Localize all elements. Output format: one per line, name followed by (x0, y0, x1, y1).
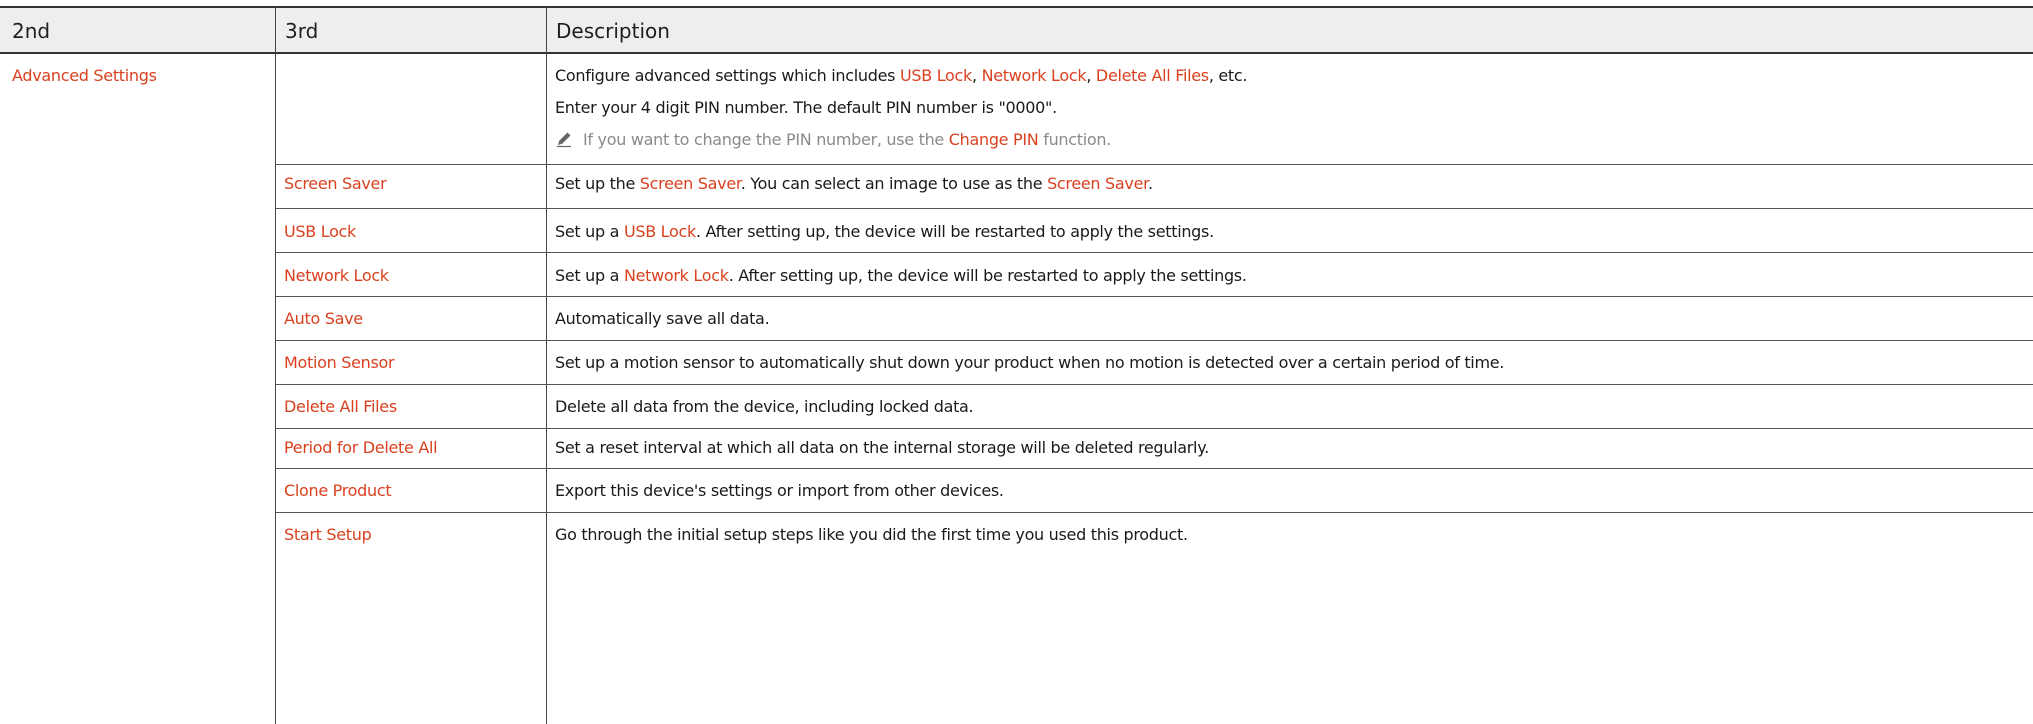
text: . (1147, 174, 1153, 193)
column-divider (275, 6, 276, 724)
row-desc-motion-sensor: Set up a motion sensor to automatically … (555, 353, 1505, 372)
row-divider (275, 468, 2033, 469)
pin-note: If you want to change the PIN number, us… (555, 130, 1111, 150)
text: , (971, 66, 982, 85)
row-label-delete-all-files: Delete All Files (284, 397, 397, 416)
row-divider (275, 512, 2033, 513)
advanced-desc-line1: Configure advanced settings which includ… (555, 66, 1247, 86)
table-header: 2nd 3rd Description (0, 6, 2033, 54)
row-divider (275, 208, 2033, 209)
row-desc-auto-save: Automatically save all data. (555, 309, 770, 328)
row-divider (275, 296, 2033, 297)
network-lock-ref: Network Lock (981, 66, 1087, 85)
row-divider (275, 340, 2033, 341)
text: , etc. (1208, 66, 1248, 85)
row-label-auto-save: Auto Save (284, 309, 363, 328)
row-desc-clone-product: Export this device's settings or import … (555, 481, 1004, 500)
row-label-network-lock: Network Lock (284, 266, 389, 285)
pencil-icon (557, 132, 571, 148)
delete-all-files-ref: Delete All Files (1095, 66, 1209, 85)
change-pin-ref: Change PIN (948, 130, 1039, 149)
row-desc-start-setup: Go through the initial setup steps like … (555, 525, 1188, 544)
text: Set up a (555, 222, 624, 241)
screen-saver-ref: Screen Saver (639, 174, 741, 193)
row-desc-screen-saver: Set up the Screen Saver. You can select … (555, 174, 1153, 194)
advanced-desc-line2: Enter your 4 digit PIN number. The defau… (555, 98, 1057, 117)
row-label-period-for-delete-all: Period for Delete All (284, 438, 438, 457)
row-label-usb-lock: USB Lock (284, 222, 357, 241)
row-label-start-setup: Start Setup (284, 525, 372, 544)
row-label-screen-saver: Screen Saver (284, 174, 387, 193)
usb-lock-ref: USB Lock (623, 222, 696, 241)
row-desc-delete-all-files: Delete all data from the device, includi… (555, 397, 974, 416)
header-3rd: 3rd (285, 19, 319, 43)
text: If you want to change the PIN number, us… (583, 130, 949, 149)
settings-table: 2nd 3rd Description Advanced Settings Co… (0, 0, 2033, 724)
row-desc-network-lock: Set up a Network Lock. After setting up,… (555, 266, 1247, 286)
column-divider (546, 6, 547, 724)
network-lock-ref: Network Lock (623, 266, 729, 285)
header-description: Description (556, 19, 670, 43)
row-label-motion-sensor: Motion Sensor (284, 353, 395, 372)
text: . After setting up, the device will be r… (695, 222, 1214, 241)
text: . You can select an image to use as the (740, 174, 1048, 193)
text: . After setting up, the device will be r… (728, 266, 1247, 285)
header-2nd: 2nd (12, 19, 51, 43)
row-divider (275, 384, 2033, 385)
row-label-clone-product: Clone Product (284, 481, 392, 500)
screen-saver-ref: Screen Saver (1047, 174, 1148, 193)
text: Set up the (555, 174, 640, 193)
row-divider (275, 252, 2033, 253)
text: Configure advanced settings which includ… (555, 66, 900, 85)
text: function. (1038, 130, 1111, 149)
text: Set up a (555, 266, 624, 285)
text: , (1086, 66, 1096, 85)
row-divider (275, 164, 2033, 165)
advanced-settings-label: Advanced Settings (12, 66, 157, 85)
row-desc-usb-lock: Set up a USB Lock. After setting up, the… (555, 222, 1214, 242)
row-divider (275, 428, 2033, 429)
usb-lock-ref: USB Lock (899, 66, 972, 85)
row-desc-period-for-delete-all: Set a reset interval at which all data o… (555, 438, 1209, 457)
